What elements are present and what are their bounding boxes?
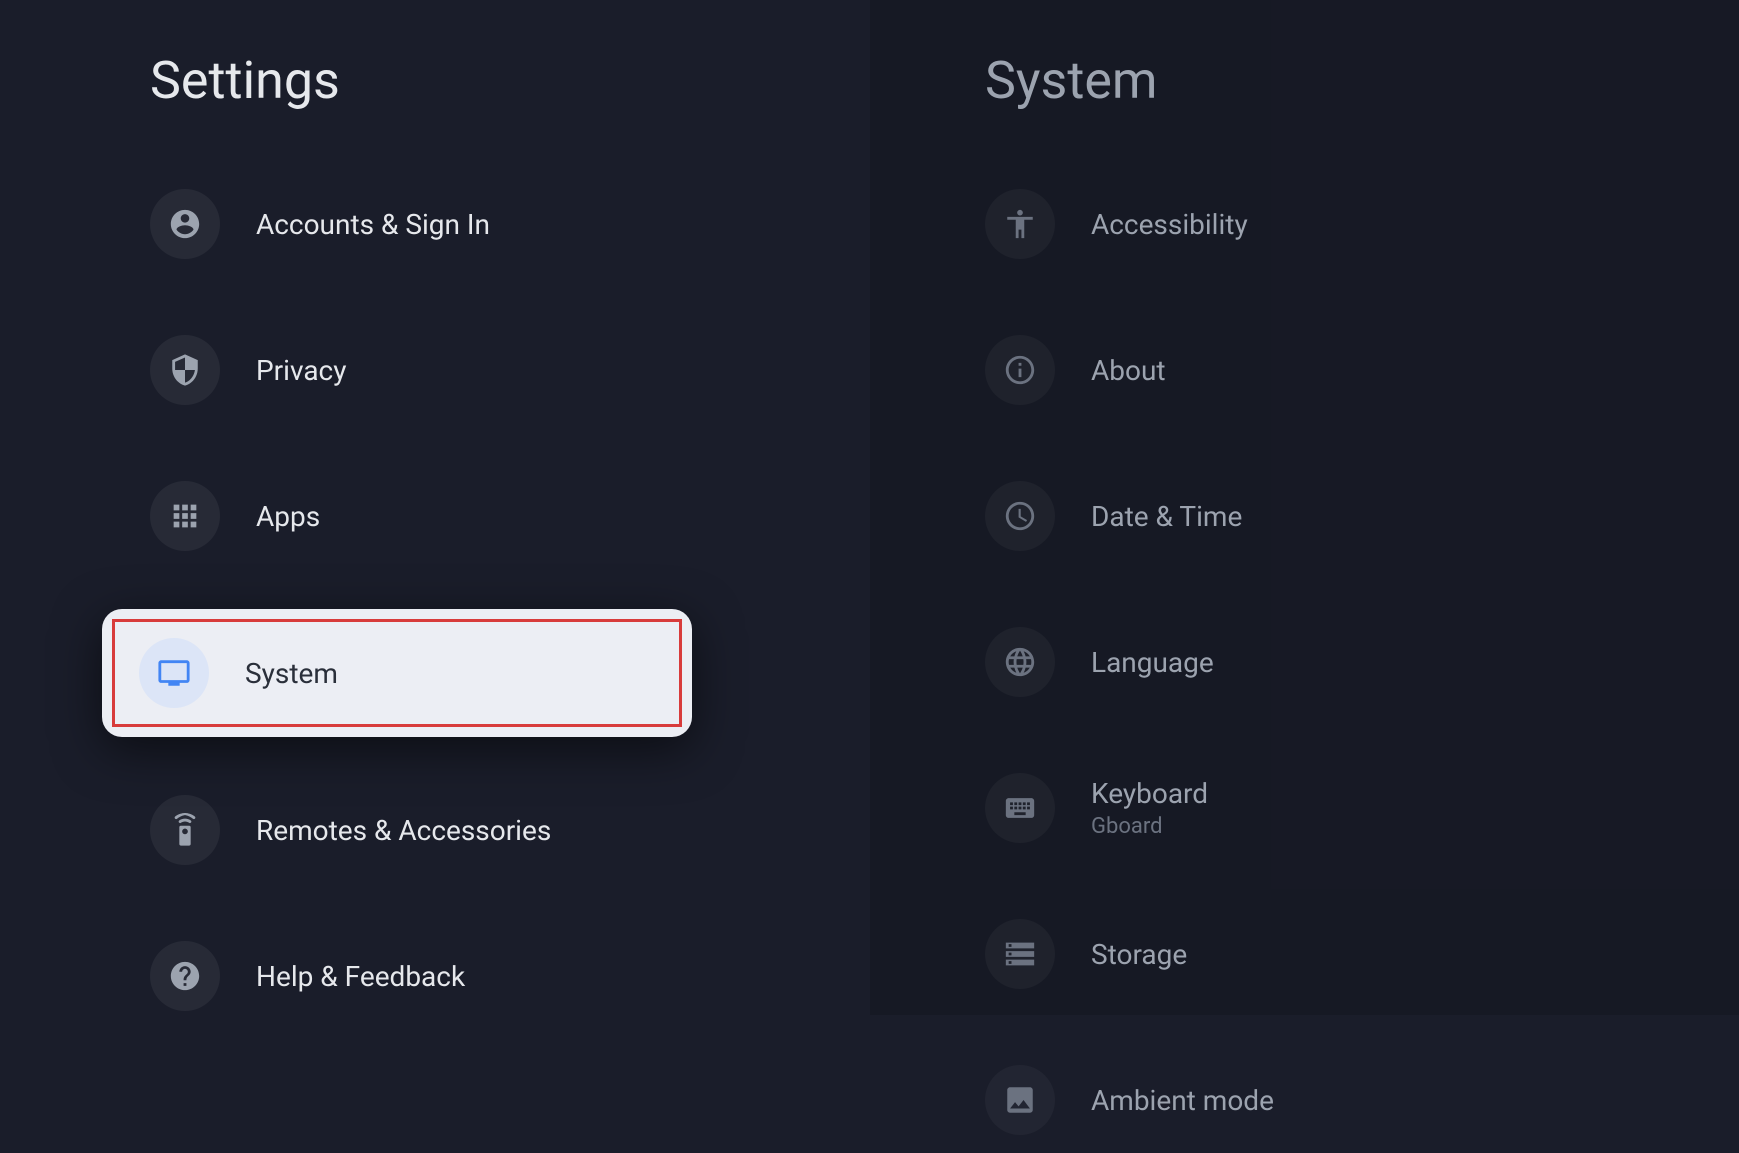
settings-item-label: System (245, 657, 338, 690)
settings-panel: Settings Accounts & Sign In Privacy Apps… (0, 0, 870, 1015)
system-item-label: Language (1091, 646, 1214, 679)
help-icon (150, 941, 220, 1011)
system-item-ambient[interactable]: Ambient mode (870, 1047, 1739, 1153)
system-item-label: Accessibility (1091, 208, 1248, 241)
system-item-label: Ambient mode (1091, 1084, 1274, 1117)
settings-item-system-selected[interactable]: System (102, 609, 692, 737)
system-item-label: Keyboard (1091, 777, 1208, 810)
system-item-label: Date & Time (1091, 500, 1242, 533)
settings-item-accounts[interactable]: Accounts & Sign In (150, 171, 870, 277)
photo-icon (985, 1065, 1055, 1135)
keyboard-icon (985, 773, 1055, 843)
info-icon (985, 335, 1055, 405)
system-item-language[interactable]: Language (870, 609, 1739, 715)
account-icon (150, 189, 220, 259)
settings-item-label: Apps (256, 500, 320, 533)
accessibility-icon (985, 189, 1055, 259)
settings-item-label: Remotes & Accessories (256, 814, 551, 847)
system-item-about[interactable]: About (870, 317, 1739, 423)
system-item-keyboard[interactable]: Keyboard Gboard (870, 755, 1739, 861)
apps-icon (150, 481, 220, 551)
system-item-label: About (1091, 354, 1166, 387)
globe-icon (985, 627, 1055, 697)
tv-icon (139, 638, 209, 708)
system-item-storage[interactable]: Storage (870, 901, 1739, 1007)
settings-item-help[interactable]: Help & Feedback (150, 923, 870, 1029)
system-item-label: Storage (1091, 938, 1187, 971)
clock-icon (985, 481, 1055, 551)
system-item-datetime[interactable]: Date & Time (870, 463, 1739, 569)
remote-icon (150, 795, 220, 865)
settings-item-remotes[interactable]: Remotes & Accessories (150, 777, 870, 883)
system-title: System (870, 50, 1739, 111)
settings-item-apps[interactable]: Apps (150, 463, 870, 569)
settings-title: Settings (150, 50, 870, 111)
system-item-sublabel: Gboard (1091, 814, 1208, 839)
shield-icon (150, 335, 220, 405)
storage-icon (985, 919, 1055, 989)
system-item-accessibility[interactable]: Accessibility (870, 171, 1739, 277)
settings-item-label: Help & Feedback (256, 960, 465, 993)
settings-item-label: Privacy (256, 354, 346, 387)
settings-item-label: Accounts & Sign In (256, 208, 490, 241)
system-panel: System Accessibility About Date & Time L… (870, 0, 1739, 1015)
settings-item-privacy[interactable]: Privacy (150, 317, 870, 423)
